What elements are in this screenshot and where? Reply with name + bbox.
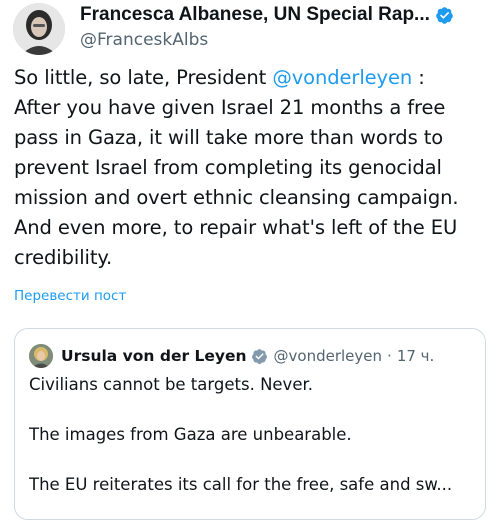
profile-photo-icon [13, 3, 65, 55]
quoted-timestamp[interactable]: 17 ч. [397, 347, 435, 365]
tweet-text-intro: So little, so late, President [14, 66, 273, 89]
author-info: Francesca Albanese, UN Special Rap... @F… [80, 3, 490, 50]
author-name[interactable]: Francesca Albanese, UN Special Rap... [80, 4, 430, 26]
tweet-text-body: : After you have given Israel 21 months … [14, 66, 459, 269]
quoted-author-handle[interactable]: @vonderleyen [274, 347, 383, 365]
tweet-text: So little, so late, President @vonderley… [14, 63, 494, 273]
quoted-text-line: Civilians cannot be targets. Never. [29, 375, 313, 394]
author-avatar[interactable] [13, 3, 65, 55]
quoted-text-line: The images from Gaza are unbearable. [29, 425, 352, 444]
quoted-author-name[interactable]: Ursula von der Leyen [61, 347, 247, 365]
translate-post-link[interactable]: Перевести пост [14, 288, 126, 304]
quoted-text-line: The EU reiterates its call for the free,… [29, 475, 453, 494]
quoted-author-avatar[interactable] [29, 344, 53, 368]
profile-photo-icon [29, 344, 53, 368]
verified-badge-icon [436, 6, 453, 24]
author-handle[interactable]: @FranceskAlbs [80, 30, 490, 50]
mention-link[interactable]: @vonderleyen [272, 66, 412, 89]
quoted-tweet-card[interactable]: Ursula von der Leyen @vonderleyen · 17 ч… [14, 328, 486, 520]
separator-dot: · [387, 347, 392, 365]
quoted-tweet-text: Civilians cannot be targets. Never. The … [29, 372, 479, 497]
verified-badge-icon [251, 348, 267, 364]
quoted-tweet-header: Ursula von der Leyen @vonderleyen · 17 ч… [29, 344, 434, 368]
